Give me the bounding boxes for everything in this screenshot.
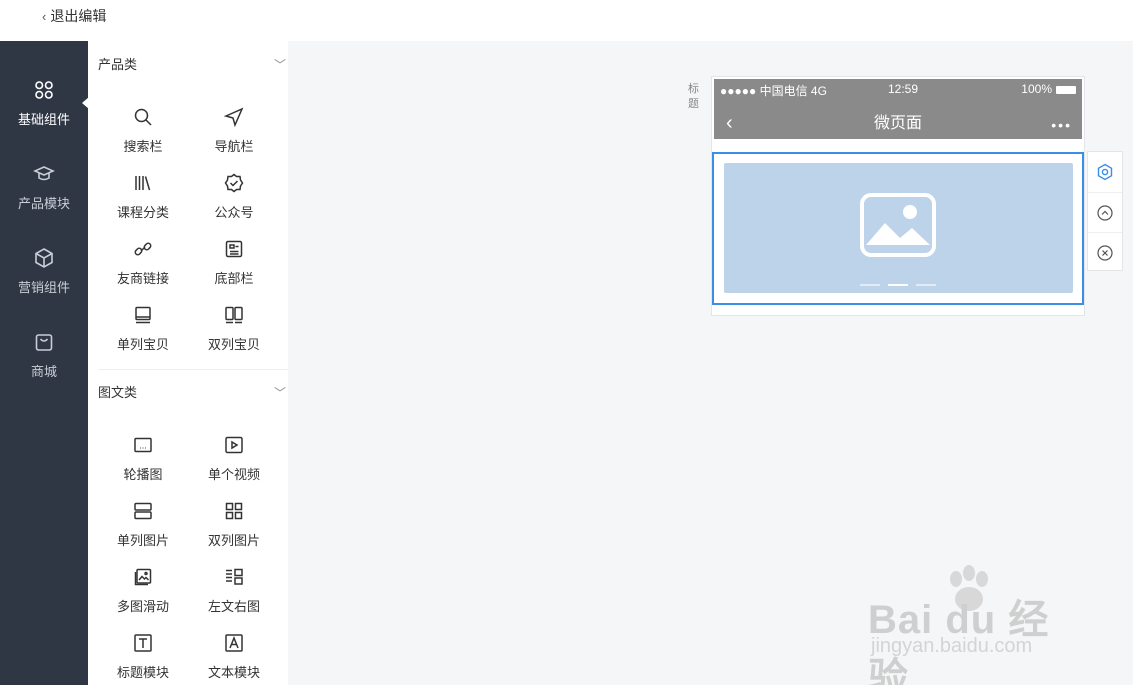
component-partner-link[interactable]: 友商链接 — [98, 239, 188, 299]
delete-circle-icon — [1097, 244, 1113, 261]
left-category-nav: 基础组件 产品模块 营销组件 商城 — [0, 41, 89, 685]
component-label: 友商链接 — [116, 271, 169, 286]
page-title: 微页面 — [873, 115, 922, 132]
graduation-cap-icon — [33, 166, 55, 181]
phone-header: ●●●●● 中国电信 4G 12:59 100% ‹ 微页面 ••• — [714, 79, 1082, 139]
component-single-column-product[interactable]: 单列宝贝 — [98, 305, 188, 365]
exit-edit-label: 退出编辑 — [50, 8, 107, 24]
component-text-left-image-right[interactable]: 左文右图 — [189, 567, 279, 627]
section-divider — [98, 369, 288, 370]
phone-side-label: 标题 — [688, 83, 699, 110]
component-label: 公众号 — [214, 205, 254, 220]
monitor-icon — [135, 306, 151, 324]
shopping-bag-icon — [35, 334, 53, 351]
status-time: 12:59 — [888, 82, 919, 96]
component-double-column-product[interactable]: 双列宝贝 — [189, 305, 279, 365]
component-toolbox — [1087, 151, 1123, 271]
carousel-indicator-dot[interactable] — [888, 284, 908, 286]
top-bar: ‹ 退出编辑 — [0, 0, 1133, 41]
component-single-video[interactable]: 单个视频 — [189, 435, 279, 495]
component-search-bar[interactable]: 搜索栏 — [98, 107, 188, 167]
chevron-down-icon: ﹀ — [273, 386, 286, 400]
component-label: 导航栏 — [214, 139, 254, 154]
carousel-indicator-dot[interactable] — [860, 284, 880, 286]
chevron-left-icon: ‹ — [42, 8, 47, 24]
component-text-module[interactable]: 文本模块 — [189, 633, 279, 685]
component-label: 单列宝贝 — [116, 337, 169, 352]
component-official-account[interactable]: 公众号 — [189, 173, 279, 233]
phone-preview: ●●●●● 中国电信 4G 12:59 100% ‹ 微页面 ••• — [711, 76, 1085, 316]
nav-item-product-modules[interactable]: 产品模块 — [0, 163, 88, 243]
nav-item-label: 产品模块 — [17, 196, 70, 211]
link-icon — [134, 242, 152, 256]
more-options-icon[interactable]: ••• — [1051, 117, 1072, 133]
image-gallery-icon — [134, 568, 152, 586]
two-columns-icon — [225, 306, 243, 324]
double-column-image-icon — [225, 502, 243, 520]
text-left-image-right-icon — [226, 568, 243, 585]
component-label: 搜索栏 — [123, 139, 163, 154]
baidu-jingyan-watermark: Bai du 经验 jingyan.baidu.com — [868, 565, 1078, 685]
nav-item-marketing-components[interactable]: 营销组件 — [0, 247, 88, 327]
delete-button[interactable] — [1088, 232, 1122, 272]
component-label: 双列图片 — [207, 533, 260, 548]
cube-icon — [35, 248, 53, 268]
component-single-column-image[interactable]: 单列图片 — [98, 501, 188, 561]
component-carousel[interactable]: 轮播图 — [98, 435, 188, 495]
component-navigation-bar[interactable]: 导航栏 — [189, 107, 279, 167]
component-label: 底部栏 — [214, 271, 254, 286]
id-card-icon — [225, 240, 243, 258]
carousel-indicator-dot[interactable] — [916, 284, 936, 286]
status-battery: 100% — [1021, 82, 1052, 96]
grid-icon — [35, 81, 53, 99]
title-icon — [134, 634, 152, 652]
component-course-category[interactable]: 课程分类 — [98, 173, 188, 233]
component-label: 标题模块 — [116, 665, 169, 680]
nav-item-basic-components[interactable]: 基础组件 — [0, 79, 88, 159]
component-label: 多图滑动 — [116, 599, 169, 614]
selected-carousel-component[interactable] — [712, 152, 1084, 305]
component-multi-image-slide[interactable]: 多图滑动 — [98, 567, 188, 627]
watermark-url: jingyan.baidu.com — [871, 635, 1033, 657]
section-header-products[interactable]: 产品类 ﹀ — [88, 52, 288, 78]
video-icon — [225, 436, 243, 454]
battery-icon — [1056, 86, 1076, 94]
navigation-arrow-icon — [224, 107, 244, 127]
component-label: 课程分类 — [116, 205, 169, 220]
move-up-button[interactable] — [1088, 192, 1122, 232]
status-bar: ●●●●● 中国电信 4G 12:59 100% — [720, 82, 1076, 98]
nav-item-label: 商城 — [30, 364, 57, 379]
carousel-icon — [134, 437, 152, 453]
carousel-indicators — [860, 283, 936, 287]
component-label: 双列宝贝 — [207, 337, 260, 352]
verified-badge-icon — [224, 173, 244, 193]
settings-hexagon-icon — [1097, 163, 1113, 181]
section-title: 图文类 — [98, 385, 138, 400]
books-icon — [135, 176, 151, 191]
component-title-module[interactable]: 标题模块 — [98, 633, 188, 685]
component-label: 轮播图 — [123, 467, 163, 482]
move-up-icon — [1097, 204, 1113, 221]
nav-item-label: 基础组件 — [17, 112, 70, 127]
status-carrier: ●●●●● 中国电信 4G — [720, 84, 827, 98]
component-label: 左文右图 — [207, 599, 260, 614]
component-label: 单列图片 — [116, 533, 169, 548]
search-icon — [134, 108, 152, 126]
component-double-column-image[interactable]: 双列图片 — [189, 501, 279, 561]
chevron-down-icon: ﹀ — [273, 58, 286, 72]
section-header-graphic-text[interactable]: 图文类 ﹀ — [88, 380, 288, 406]
image-placeholder-icon — [860, 193, 936, 257]
component-label: 文本模块 — [207, 665, 260, 680]
exit-edit-link[interactable]: ‹ 退出编辑 — [42, 6, 106, 26]
component-label: 单个视频 — [207, 467, 260, 482]
carousel-banner[interactable] — [724, 163, 1073, 293]
section-title: 产品类 — [98, 57, 138, 72]
text-icon — [225, 634, 243, 652]
nav-item-mall[interactable]: 商城 — [0, 331, 88, 411]
settings-button[interactable] — [1088, 152, 1122, 192]
component-panel: 产品类 ﹀ 搜索栏 导航栏 课程分类 公众号 友商链接 底部栏 单列宝贝 双列宝… — [88, 41, 288, 685]
component-bottom-bar[interactable]: 底部栏 — [189, 239, 279, 299]
nav-item-label: 营销组件 — [17, 280, 70, 295]
single-column-image-icon — [134, 502, 152, 520]
